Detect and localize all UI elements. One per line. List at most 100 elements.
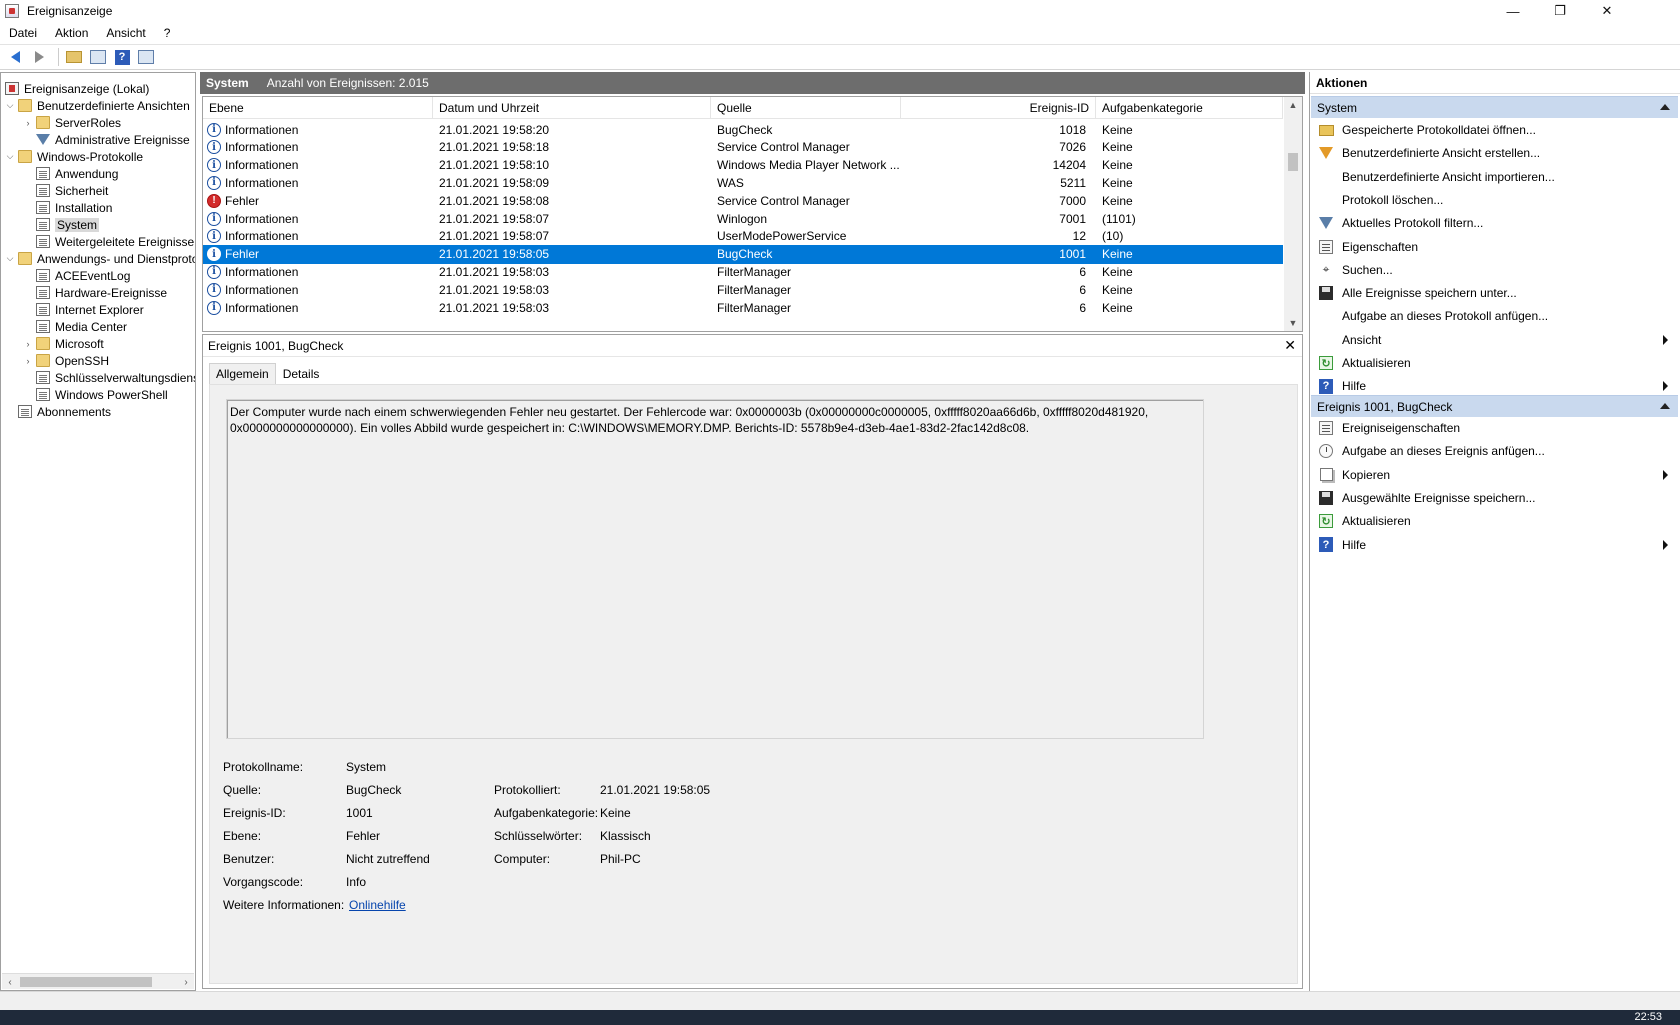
action-label: Alle Ereignisse speichern unter... <box>1342 286 1517 301</box>
action-item[interactable]: ↻ Aktualisieren <box>1310 352 1678 374</box>
tab-general[interactable]: Allgemein <box>209 363 276 385</box>
event-row[interactable]: i Informationen 21.01.2021 19:58:18 Service… <box>203 138 1283 157</box>
restore-button[interactable]: ❐ <box>1537 0 1583 22</box>
event-row[interactable]: i Informationen 21.01.2021 19:58:10 Windows… <box>203 156 1283 175</box>
action-item[interactable]: Ansicht <box>1310 329 1678 351</box>
tree-log-system[interactable]: System <box>36 216 100 233</box>
scroll-right-icon[interactable]: › <box>178 974 194 990</box>
level-text: Informationen <box>225 229 299 244</box>
menu-action[interactable]: Aktion <box>46 26 97 40</box>
copy-icon <box>1319 468 1333 482</box>
back-button[interactable] <box>5 47 25 67</box>
tree-subscriptions[interactable]: Abonnements <box>18 403 111 420</box>
menu-file[interactable]: Datei <box>0 26 46 40</box>
info-icon: i <box>207 264 221 279</box>
expand-chevron-icon[interactable]: › <box>23 339 33 349</box>
log-icon <box>36 303 50 316</box>
info-icon: i <box>207 122 221 137</box>
log-name: System <box>206 76 249 90</box>
action-item[interactable]: ? Hilfe <box>1310 534 1678 556</box>
show-hide-action-pane-button[interactable] <box>136 47 156 67</box>
show-hide-tree-button[interactable] <box>88 47 108 67</box>
tree-openssh[interactable]: › OpenSSH <box>23 352 110 369</box>
collapse-chevron-icon[interactable]: ⌵ <box>5 151 15 162</box>
tree-custom-views[interactable]: ⌵ Benutzerdefinierte Ansichten <box>5 97 190 114</box>
column-source[interactable]: Quelle <box>711 97 901 119</box>
tree-horizontal-scrollbar[interactable]: ‹ › <box>2 973 194 989</box>
tree-log-powershell[interactable]: Windows PowerShell <box>36 386 168 403</box>
action-item[interactable]: ⌖ Suchen... <box>1310 259 1678 281</box>
tree-log-setup[interactable]: Installation <box>36 199 112 216</box>
close-icon[interactable]: ✕ <box>1284 337 1296 354</box>
tree-log-application[interactable]: Anwendung <box>36 165 118 182</box>
event-row[interactable]: ! Fehler 21.01.2021 19:58:08 Service Contro… <box>203 191 1283 210</box>
tree-log-hardware[interactable]: Hardware-Ereignisse <box>36 284 167 301</box>
action-item[interactable]: ? Hilfe <box>1310 375 1678 397</box>
action-item[interactable]: ↻ Aktualisieren <box>1310 510 1678 532</box>
tree-log-aceeventlog[interactable]: ACEEventLog <box>36 267 130 284</box>
tree-windows-logs[interactable]: ⌵ Windows-Protokolle <box>5 148 143 165</box>
collapse-caret-icon[interactable] <box>1660 104 1670 110</box>
up-folder-button[interactable] <box>64 47 84 67</box>
action-item[interactable]: Benutzerdefinierte Ansicht importieren..… <box>1310 166 1678 188</box>
action-item[interactable]: Aufgabe an dieses Protokoll anfügen... <box>1310 305 1678 327</box>
close-button[interactable]: ✕ <box>1584 0 1630 22</box>
action-item[interactable]: Gespeicherte Protokolldatei öffnen... <box>1310 119 1678 141</box>
online-help-link[interactable]: Onlinehilfe <box>349 898 406 912</box>
action-item[interactable]: Ereigniseigenschaften <box>1310 417 1678 439</box>
collapse-chevron-icon[interactable]: ⌵ <box>5 253 15 264</box>
event-row[interactable]: i Fehler 21.01.2021 19:58:05 BugCheck 1001 Ke… <box>203 244 1283 264</box>
tree-log-key-management[interactable]: Schlüsselverwaltungsdienst <box>36 369 195 386</box>
forward-button[interactable] <box>29 47 49 67</box>
tree-microsoft[interactable]: › Microsoft <box>23 335 104 352</box>
action-item[interactable]: Aufgabe an dieses Ereignis anfügen... <box>1310 440 1678 462</box>
tree-app-services-logs[interactable]: ⌵Anwendungs- und Dienstprotokolle <box>5 250 195 267</box>
column-level[interactable]: Ebene <box>203 97 433 119</box>
tree-root[interactable]: Ereignisanzeige (Lokal) <box>5 80 149 97</box>
event-row[interactable]: i Informationen 21.01.2021 19:58:07 UserMod… <box>203 227 1283 246</box>
minimize-button[interactable]: — <box>1490 0 1536 22</box>
collapse-chevron-icon[interactable]: ⌵ <box>5 100 15 111</box>
help-button[interactable]: ? <box>112 47 132 67</box>
scroll-thumb[interactable] <box>20 977 152 987</box>
expand-chevron-icon[interactable]: › <box>23 118 33 128</box>
tree-log-ie[interactable]: Internet Explorer <box>36 301 144 318</box>
actions-section-system[interactable]: System <box>1311 96 1678 118</box>
event-row[interactable]: i Informationen 21.01.2021 19:58:03 FilterM… <box>203 298 1283 317</box>
tree-admin-events[interactable]: Administrative Ereignisse <box>36 131 190 148</box>
scroll-up-icon[interactable]: ▲ <box>1284 97 1302 113</box>
column-datetime[interactable]: Datum und Uhrzeit <box>433 97 711 119</box>
expand-chevron-icon[interactable]: › <box>23 356 33 366</box>
cell-level: i Informationen <box>203 264 433 279</box>
tree-server-roles[interactable]: › ServerRoles <box>23 114 122 131</box>
action-item[interactable]: Protokoll löschen... <box>1310 189 1678 211</box>
tree-log-forwarded[interactable]: Weitergeleitete Ereignisse <box>36 233 194 250</box>
level-text: Informationen <box>225 211 299 226</box>
event-row[interactable]: i Informationen 21.01.2021 19:58:03 FilterM… <box>203 280 1283 299</box>
event-message[interactable]: Der Computer wurde nach einem schwerwieg… <box>226 399 1204 739</box>
event-row[interactable]: i Informationen 21.01.2021 19:58:03 FilterM… <box>203 262 1283 281</box>
action-item[interactable]: Ausgewählte Ereignisse speichern... <box>1310 487 1678 509</box>
column-event-id[interactable]: Ereignis-ID <box>901 97 1096 119</box>
action-item[interactable]: Aktuelles Protokoll filtern... <box>1310 212 1678 234</box>
scroll-thumb[interactable] <box>1288 153 1298 171</box>
column-task-category[interactable]: Aufgabenkategorie <box>1096 97 1283 119</box>
event-row[interactable]: i Informationen 21.01.2021 19:58:09 WAS 5211… <box>203 173 1283 192</box>
tree-log-media-center[interactable]: Media Center <box>36 318 127 335</box>
tab-details[interactable]: Details <box>276 363 327 385</box>
event-row[interactable]: i Informationen 21.01.2021 19:58:20 BugChec… <box>203 120 1283 139</box>
action-item[interactable]: Alle Ereignisse speichern unter... <box>1310 282 1678 304</box>
action-item[interactable]: Kopieren <box>1310 464 1678 486</box>
event-row[interactable]: i Informationen 21.01.2021 19:58:07 Winlogo… <box>203 209 1283 228</box>
menu-help[interactable]: ? <box>155 26 180 40</box>
collapse-caret-icon[interactable] <box>1660 403 1670 409</box>
event-list-scrollbar[interactable]: ▲ ▼ <box>1284 97 1302 331</box>
menu-view[interactable]: Ansicht <box>97 26 154 40</box>
actions-section-event[interactable]: Ereignis 1001, BugCheck <box>1311 395 1678 417</box>
tree-log-security[interactable]: Sicherheit <box>36 182 108 199</box>
action-item[interactable]: Benutzerdefinierte Ansicht erstellen... <box>1310 142 1678 164</box>
scroll-left-icon[interactable]: ‹ <box>2 974 18 990</box>
cell-level: i Informationen <box>203 122 433 137</box>
action-item[interactable]: Eigenschaften <box>1310 236 1678 258</box>
scroll-down-icon[interactable]: ▼ <box>1284 315 1302 331</box>
